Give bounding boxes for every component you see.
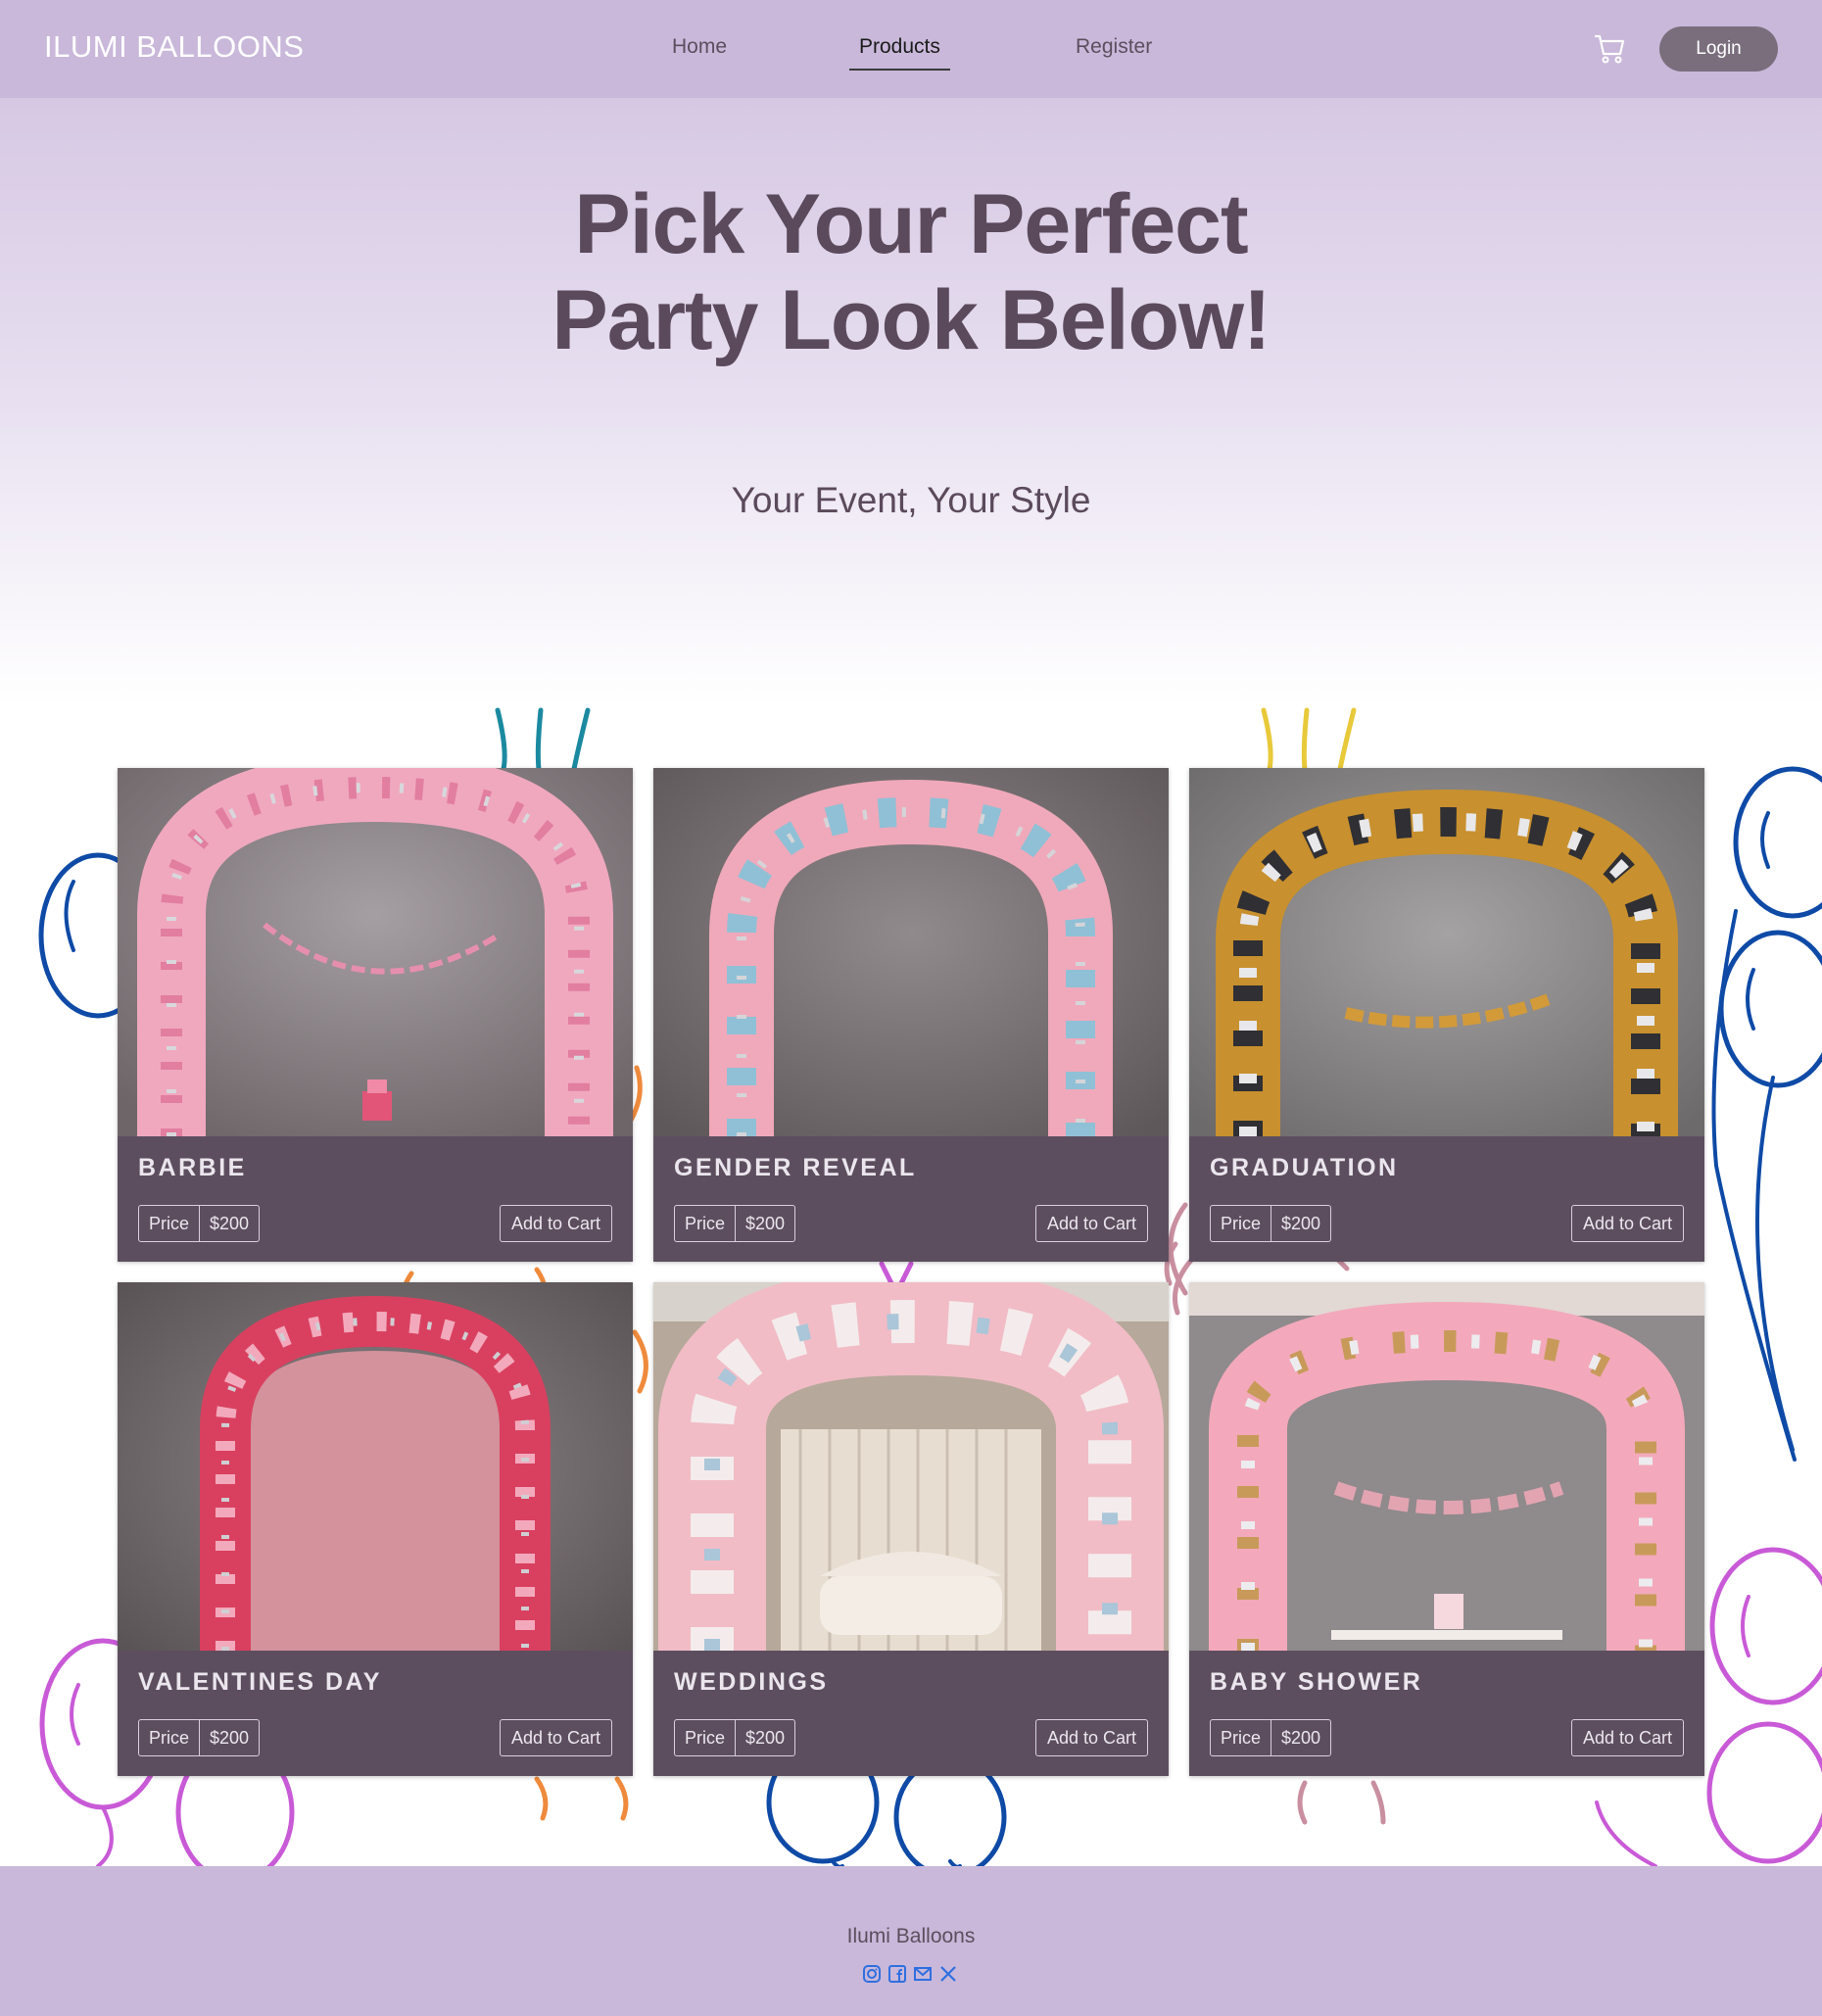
price-group: Price $200 bbox=[674, 1205, 796, 1242]
price-group: Price $200 bbox=[1210, 1719, 1332, 1756]
main-nav: Home Products Register bbox=[0, 0, 1822, 98]
price-label: Price bbox=[675, 1206, 737, 1241]
product-title: BABY SHOWER bbox=[1210, 1668, 1423, 1696]
nav-register[interactable]: Register bbox=[1076, 35, 1152, 59]
price-label: Price bbox=[1211, 1720, 1272, 1755]
x-icon[interactable] bbox=[938, 1964, 958, 1984]
footer: Ilumi Balloons bbox=[0, 1866, 1822, 2016]
product-card: WEDDINGS Price $200 Add to Cart bbox=[653, 1282, 1169, 1776]
product-card: BARBIE Price $200 Add to Cart bbox=[118, 768, 633, 1262]
price-group: Price $200 bbox=[138, 1205, 261, 1242]
login-button[interactable]: Login bbox=[1659, 26, 1778, 72]
instagram-icon[interactable] bbox=[862, 1964, 882, 1984]
facebook-icon[interactable] bbox=[887, 1964, 907, 1984]
email-icon[interactable] bbox=[913, 1964, 933, 1984]
price-group: Price $200 bbox=[1210, 1205, 1332, 1242]
cart-icon[interactable] bbox=[1593, 32, 1626, 66]
product-image[interactable] bbox=[1189, 1282, 1704, 1651]
add-to-cart-button[interactable]: Add to Cart bbox=[499, 1205, 612, 1242]
price-label: Price bbox=[139, 1720, 201, 1755]
product-grid: BARBIE Price $200 Add to Cart GENDER REV… bbox=[118, 768, 1704, 1777]
hero-section: Pick Your Perfect Party Look Below! Your… bbox=[0, 98, 1822, 705]
product-title: VALENTINES DAY bbox=[138, 1668, 382, 1696]
price-value: $200 bbox=[1281, 1727, 1321, 1748]
hero-title-line1: Pick Your Perfect bbox=[574, 177, 1248, 271]
price-value: $200 bbox=[210, 1727, 250, 1748]
nav-home[interactable]: Home bbox=[672, 35, 727, 59]
product-image[interactable] bbox=[118, 1282, 633, 1651]
price-value: $200 bbox=[210, 1213, 250, 1233]
social-links bbox=[862, 1964, 958, 1988]
add-to-cart-button[interactable]: Add to Cart bbox=[1034, 1719, 1148, 1756]
product-title: WEDDINGS bbox=[674, 1668, 829, 1696]
product-title: GRADUATION bbox=[1210, 1154, 1399, 1181]
product-card: GRADUATION Price $200 Add to Cart bbox=[1189, 768, 1704, 1262]
product-image[interactable] bbox=[653, 1282, 1169, 1651]
price-value: $200 bbox=[1281, 1213, 1321, 1233]
top-navbar: ILUMI BALLOONS Home Products Register Lo… bbox=[0, 0, 1822, 98]
product-image[interactable] bbox=[118, 768, 633, 1136]
add-to-cart-button[interactable]: Add to Cart bbox=[1570, 1719, 1684, 1756]
price-group: Price $200 bbox=[138, 1719, 261, 1756]
product-image[interactable] bbox=[653, 768, 1169, 1136]
footer-brand: Ilumi Balloons bbox=[846, 1925, 976, 1947]
add-to-cart-button[interactable]: Add to Cart bbox=[499, 1719, 612, 1756]
product-image[interactable] bbox=[1189, 768, 1704, 1136]
price-value: $200 bbox=[745, 1213, 786, 1233]
product-title: GENDER REVEAL bbox=[674, 1154, 917, 1181]
product-card: BABY SHOWER Price $200 Add to Cart bbox=[1189, 1282, 1704, 1776]
hero-subtitle: Your Event, Your Style bbox=[731, 480, 1091, 520]
product-title: BARBIE bbox=[138, 1154, 247, 1181]
price-label: Price bbox=[1211, 1206, 1272, 1241]
price-value: $200 bbox=[745, 1727, 786, 1748]
hero-title: Pick Your Perfect Party Look Below! bbox=[0, 176, 1822, 368]
price-group: Price $200 bbox=[674, 1719, 796, 1756]
hero-title-line2: Party Look Below! bbox=[551, 273, 1271, 367]
price-label: Price bbox=[675, 1720, 737, 1755]
price-label: Price bbox=[139, 1206, 201, 1241]
add-to-cart-button[interactable]: Add to Cart bbox=[1570, 1205, 1684, 1242]
nav-products[interactable]: Products bbox=[849, 35, 950, 71]
product-card: VALENTINES DAY Price $200 Add to Cart bbox=[118, 1282, 633, 1776]
product-card: GENDER REVEAL Price $200 Add to Cart bbox=[653, 768, 1169, 1262]
add-to-cart-button[interactable]: Add to Cart bbox=[1034, 1205, 1148, 1242]
